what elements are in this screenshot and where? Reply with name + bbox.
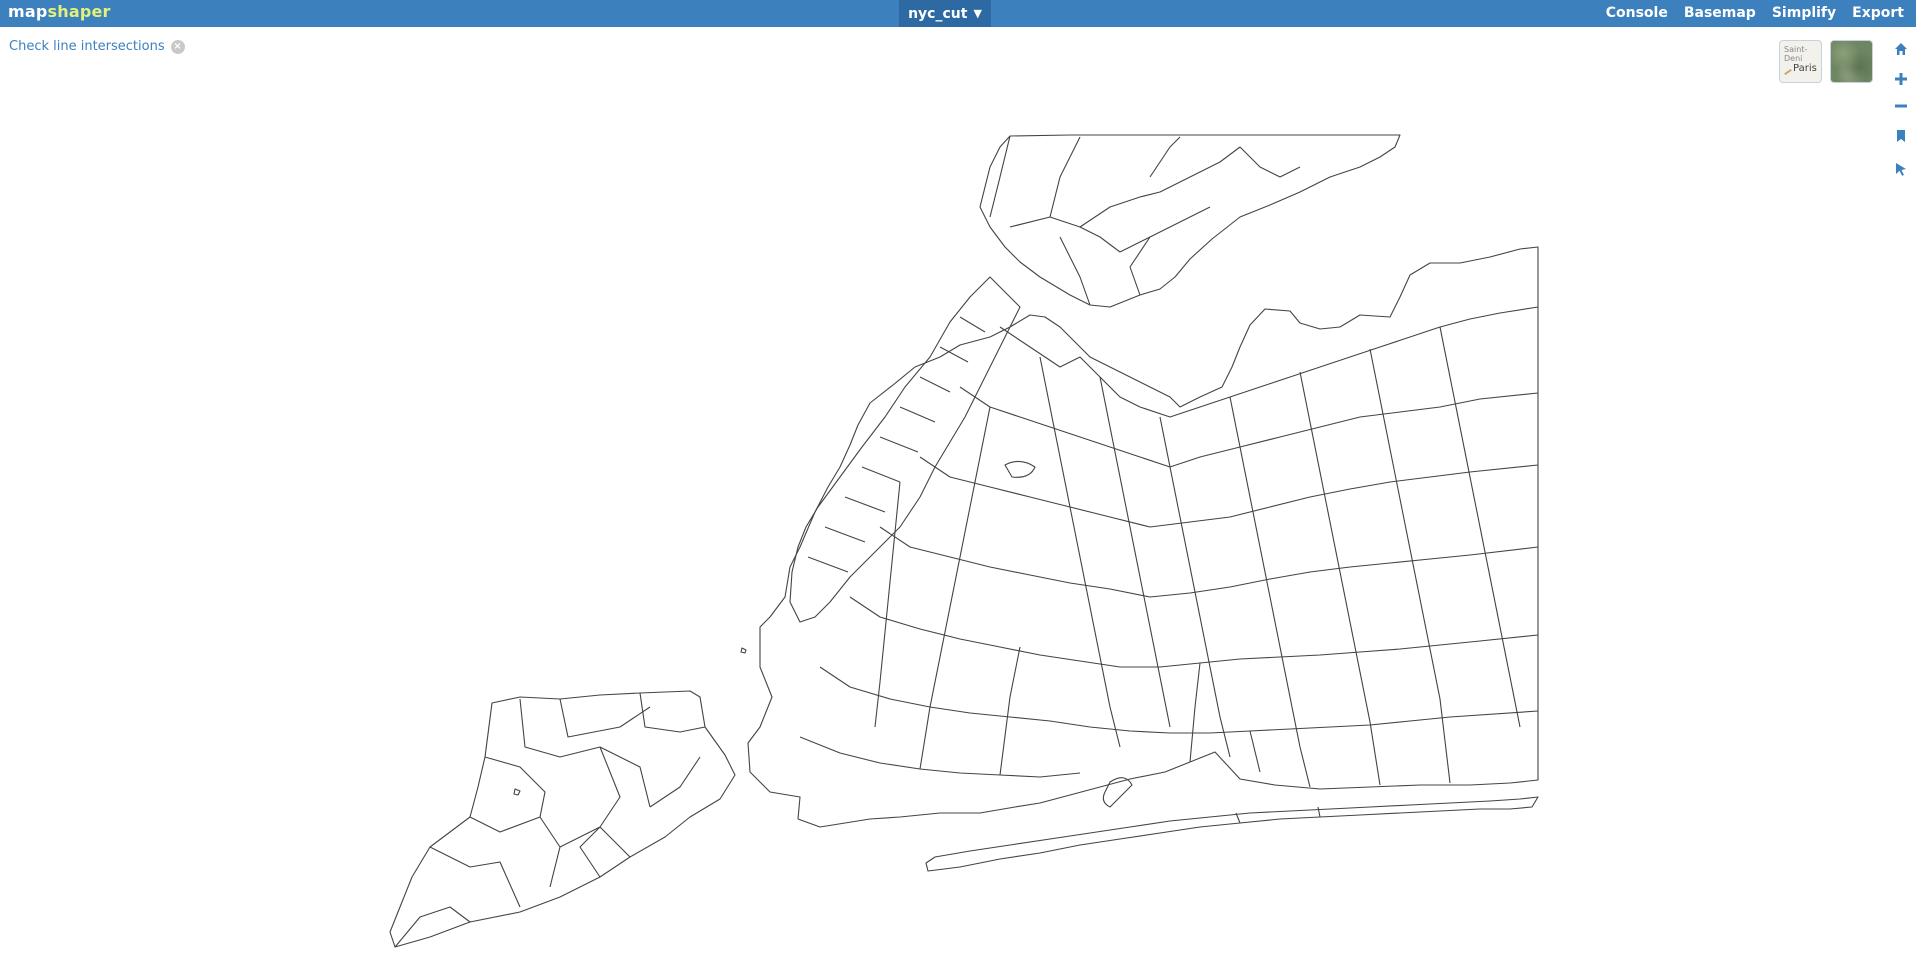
app-logo[interactable]: mapshaper (8, 2, 111, 22)
manhattan-outline (789, 276, 1021, 623)
main-nav: Console Basemap Simplify Export (1598, 0, 1916, 27)
island-rikers (1004, 460, 1036, 478)
chevron-down-icon: ▼ (973, 7, 982, 20)
console-button[interactable]: Console (1598, 0, 1676, 27)
logo-text-shaper: shaper (47, 2, 111, 21)
export-button[interactable]: Export (1844, 0, 1916, 27)
island-small-1 (740, 647, 747, 654)
simplify-button[interactable]: Simplify (1764, 0, 1844, 27)
staten-island-outline (389, 690, 736, 948)
logo-text-map: map (8, 2, 48, 21)
bronx-outline (979, 134, 1401, 308)
rockaway-outline (925, 796, 1539, 872)
basemap-button[interactable]: Basemap (1676, 0, 1764, 27)
interior-districts (799, 306, 1539, 788)
layer-menu-button[interactable]: nyc_cut ▼ (899, 0, 991, 27)
layer-name: nyc_cut (908, 5, 968, 22)
island-small-2 (513, 788, 521, 796)
nyc-district-boundaries (389, 134, 1539, 948)
top-bar: mapshaper nyc_cut ▼ Console Basemap Simp… (0, 0, 1916, 27)
map-canvas[interactable] (0, 27, 1916, 974)
